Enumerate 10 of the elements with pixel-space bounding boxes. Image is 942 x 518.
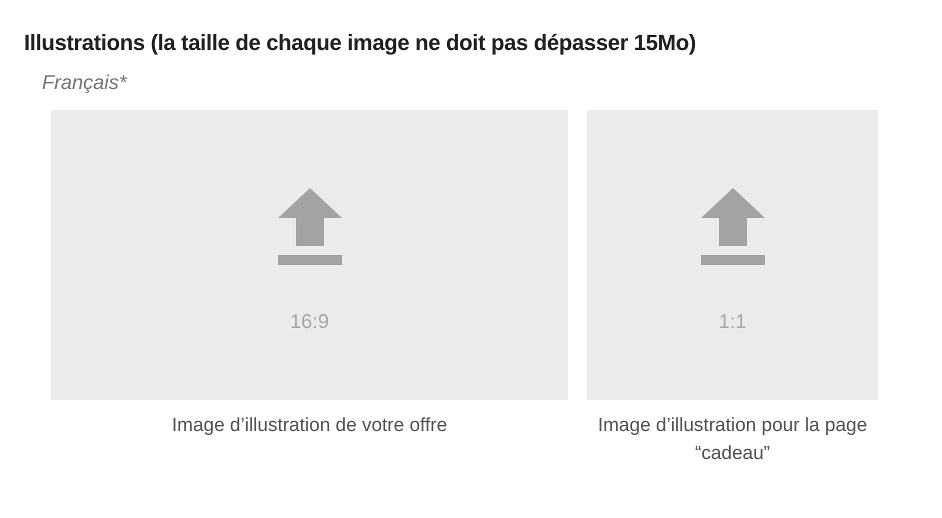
image-caption: Image d’illustration de votre offre xyxy=(172,414,448,438)
upload-icon xyxy=(278,188,342,266)
language-label: Français* xyxy=(42,71,128,96)
upload-icon xyxy=(700,188,764,266)
aspect-ratio-label: 1:1 xyxy=(718,310,748,336)
upload-dropzone[interactable]: 16:9 xyxy=(51,110,568,400)
section-title: Illustrations (la taille de chaque image ne doit pas dépasser 15Mo) xyxy=(24,30,697,56)
upload-dropzone[interactable]: 1:1 xyxy=(587,110,878,400)
image-caption: Image d’illustration pour la page “cadeau” xyxy=(596,414,868,466)
aspect-ratio-label: 16:9 xyxy=(289,310,330,336)
